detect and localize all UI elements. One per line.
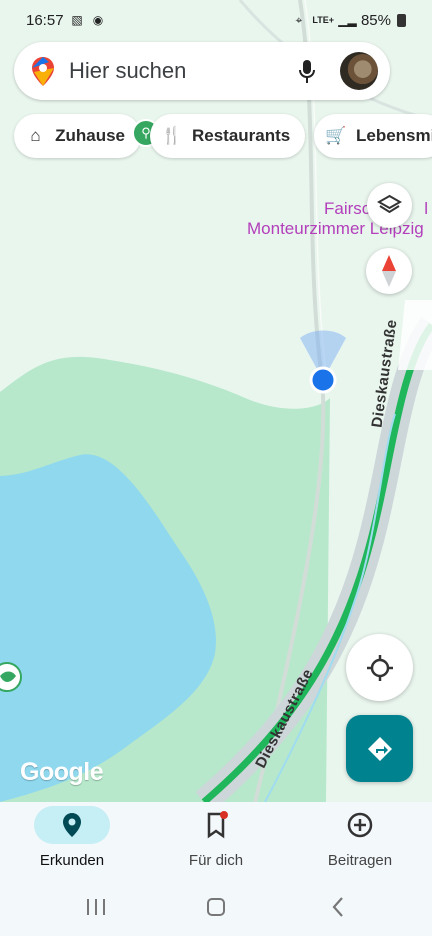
category-chips: ⌂ Zuhause ⚲ 🍴 Restaurants 🛒 Lebensmi: [14, 114, 432, 159]
location-status-icon: ⌖: [295, 13, 303, 27]
current-location-dot: [309, 366, 337, 394]
microphone-icon: [299, 59, 315, 83]
back-icon[interactable]: [326, 896, 350, 918]
nav-for-you[interactable]: Für dich: [144, 806, 288, 876]
compass-button[interactable]: [366, 248, 412, 294]
compass-icon: [382, 255, 396, 287]
home-glyph: [207, 898, 225, 916]
signal-icon: ▁▂: [338, 13, 357, 27]
recent-apps-glyph: [87, 899, 105, 915]
network-status: LTE+: [312, 15, 334, 25]
bookmark-icon: [207, 811, 228, 839]
layers-button[interactable]: [367, 183, 412, 228]
chip-restaurants[interactable]: 🍴 Restaurants: [150, 114, 305, 158]
nav-explore[interactable]: Erkunden: [0, 806, 144, 876]
cart-icon: 🛒: [325, 126, 347, 145]
nav-explore-icon-container[interactable]: [34, 806, 110, 844]
status-time: 16:57: [26, 11, 64, 29]
battery-icon: [397, 13, 406, 27]
chip-restaurants-label: Restaurants: [192, 126, 291, 145]
search-bar[interactable]: Hier suchen: [14, 42, 390, 100]
status-bar: 16:57 ▧ ◉ ⌖ LTE+ ▁▂ 85%: [0, 0, 432, 40]
add-circle-icon: [347, 812, 373, 838]
location-pin-icon: [63, 813, 81, 837]
maps-screen: 16:57 ▧ ◉ ⌖ LTE+ ▁▂ 85% Hier suchen ⌂ Zu…: [0, 0, 432, 936]
image-notification-icon: ▧: [71, 13, 83, 27]
nav-for-you-icon-container[interactable]: [178, 806, 254, 844]
microphone-button[interactable]: [288, 52, 326, 90]
nav-contribute-label[interactable]: Beitragen: [328, 852, 392, 869]
account-avatar[interactable]: [340, 52, 378, 90]
directions-icon: [367, 736, 392, 761]
maps-logo-icon: [32, 56, 54, 86]
home-icon[interactable]: [204, 896, 228, 918]
chip-home-label: Zuhause: [55, 126, 125, 145]
google-attribution: Google: [20, 758, 104, 786]
poi-label-part: Fairsc: [324, 199, 371, 218]
layers-icon: [377, 194, 402, 214]
battery-percent: 85%: [360, 11, 391, 29]
status-right: ⌖ LTE+ ▁▂ 85%: [291, 12, 406, 29]
my-location-button[interactable]: [346, 634, 413, 701]
status-left: 16:57 ▧ ◉: [26, 12, 106, 29]
chip-groceries[interactable]: 🛒 Lebensmi: [314, 114, 432, 158]
restaurant-icon: 🍴: [161, 126, 183, 145]
chip-home[interactable]: ⌂ Zuhause: [14, 114, 141, 158]
home-icon: ⌂: [30, 126, 41, 145]
directions-button[interactable]: [346, 715, 413, 782]
nav-contribute[interactable]: Beitragen: [288, 806, 432, 876]
nav-for-you-label[interactable]: Für dich: [189, 852, 243, 869]
chip-groceries-label: Lebensmi: [356, 126, 432, 145]
my-location-icon: [366, 654, 393, 681]
recent-apps-icon[interactable]: [84, 896, 108, 918]
whatsapp-notification-icon: ◉: [92, 13, 104, 27]
back-glyph: [332, 897, 343, 917]
nav-explore-label[interactable]: Erkunden: [40, 852, 104, 869]
poi-label-end: l: [424, 199, 429, 218]
nav-contribute-icon-container[interactable]: [322, 806, 398, 844]
search-placeholder[interactable]: Hier suchen: [69, 58, 288, 84]
system-navigation: [0, 878, 432, 936]
